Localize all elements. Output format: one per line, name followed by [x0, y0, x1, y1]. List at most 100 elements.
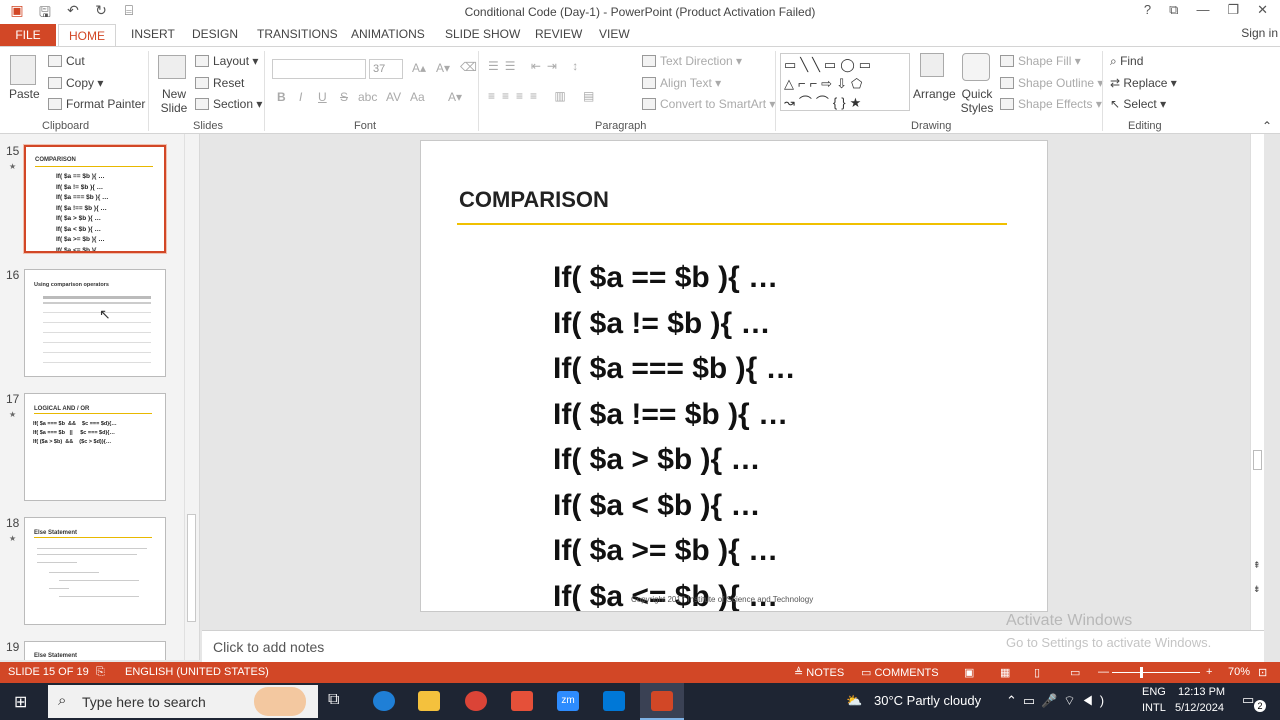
ribbon-display-icon[interactable]: ⧉ — [1169, 2, 1178, 18]
tab-transitions[interactable]: TRANSITIONS — [257, 27, 338, 41]
powerpoint-taskbar-button[interactable] — [640, 683, 684, 720]
comments-button[interactable]: ▭ COMMENTS — [861, 666, 939, 679]
next-slide-icon[interactable]: ⇟ — [1253, 584, 1261, 595]
select-button[interactable]: ↖ Select ▾ — [1110, 97, 1166, 111]
close-icon[interactable]: ✕ — [1257, 2, 1268, 18]
clock-date[interactable]: 5/12/2024 — [1175, 702, 1224, 714]
paste-button[interactable]: Paste — [9, 87, 40, 101]
edge-icon[interactable] — [373, 691, 395, 711]
zoom-slider-thumb[interactable] — [1140, 667, 1143, 678]
reset-button[interactable]: Reset — [195, 76, 244, 90]
slide-thumbnail-15[interactable]: COMPARISON If( $a == $b ){ … If( $a != $… — [24, 145, 166, 253]
slide-sorter-icon[interactable]: ▦ — [1000, 666, 1010, 679]
find-button[interactable]: ⌕ Find — [1110, 54, 1143, 69]
notes-button[interactable]: ≜ NOTES — [794, 666, 844, 679]
slide-scrollbar[interactable]: ⇞ ⇟ — [1250, 134, 1264, 630]
thumbnail-scrollbar[interactable] — [184, 134, 198, 660]
font-name-input[interactable] — [272, 59, 366, 79]
alignment-icons[interactable]: ≡≡≡≡ ▥ ▤ — [488, 89, 601, 103]
slide-thumbnail-16[interactable]: Using comparison operators ↖ — [24, 269, 166, 377]
font-color-icon[interactable]: A▾ — [448, 90, 462, 104]
format-painter-button[interactable]: Format Painter — [48, 97, 145, 111]
notes-placeholder[interactable]: Click to add notes — [213, 639, 324, 655]
shadow-icon[interactable]: abc — [358, 90, 377, 104]
shape-effects-button[interactable]: Shape Effects ▾ — [1000, 97, 1102, 111]
tab-animations[interactable]: ANIMATIONS — [351, 27, 425, 41]
change-case-icon[interactable]: Aa — [410, 90, 425, 104]
slideshow-icon[interactable]: ▭ — [1070, 666, 1080, 679]
scrollbar-thumb[interactable] — [1253, 450, 1262, 470]
help-icon[interactable]: ? — [1144, 2, 1151, 18]
layout-button[interactable]: Layout ▾ — [195, 54, 258, 68]
list-icons[interactable]: ☰☰ ⇤⇥ ↕ — [488, 59, 584, 73]
arrange-button[interactable]: Arrange — [913, 87, 956, 101]
clock-time[interactable]: 12:13 PM — [1178, 686, 1225, 698]
increase-font-icon[interactable]: A▴ — [412, 61, 426, 75]
spell-check-icon[interactable]: ⎘ — [96, 666, 105, 679]
zoom-slider[interactable] — [1112, 672, 1200, 673]
app-icon[interactable] — [511, 691, 533, 711]
fit-slide-icon[interactable]: ⊡ — [1258, 666, 1267, 679]
slide[interactable]: COMPARISON If( $a == $b ){ … If( $a != $… — [420, 140, 1048, 612]
weather-icon[interactable]: ⛅ — [846, 693, 862, 709]
underline-button[interactable]: U — [318, 90, 327, 104]
taskbar-search[interactable]: ⌕ Type here to search — [48, 685, 318, 718]
minimize-icon[interactable]: — — [1196, 2, 1209, 18]
restore-icon[interactable]: ❐ — [1227, 2, 1239, 18]
tab-slide-show[interactable]: SLIDE SHOW — [445, 27, 520, 41]
tab-design[interactable]: DESIGN — [192, 27, 238, 41]
collapse-ribbon-icon[interactable]: ⌃ — [1262, 119, 1272, 133]
convert-smartart-button[interactable]: Convert to SmartArt ▾ — [642, 97, 775, 111]
slide-thumbnail-19[interactable]: Else Statement — [24, 641, 166, 660]
char-spacing-icon[interactable]: AV — [386, 90, 401, 104]
prev-slide-icon[interactable]: ⇞ — [1253, 560, 1261, 571]
new-slide-icon[interactable] — [158, 55, 186, 79]
tab-file[interactable]: FILE — [0, 24, 56, 46]
quick-styles-button[interactable]: Quick Styles — [957, 87, 997, 115]
weather-text[interactable]: 30°C Partly cloudy — [874, 693, 981, 708]
clear-format-icon[interactable]: ⌫ — [460, 60, 477, 74]
italic-button[interactable]: I — [299, 90, 302, 104]
arrange-icon[interactable] — [920, 53, 944, 77]
cut-button[interactable]: Cut — [48, 54, 85, 68]
zoom-level[interactable]: 70% — [1228, 666, 1250, 678]
shape-outline-button[interactable]: Shape Outline ▾ — [1000, 76, 1103, 90]
system-tray-icons[interactable]: ⌃▭🎤⌔◀) — [1006, 693, 1110, 709]
shape-fill-button[interactable]: Shape Fill ▾ — [1000, 54, 1081, 68]
font-size-input[interactable]: 37 — [369, 59, 403, 79]
tab-review[interactable]: REVIEW — [535, 27, 582, 41]
text-direction-button[interactable]: Text Direction ▾ — [642, 54, 742, 68]
chrome-icon[interactable] — [465, 691, 487, 711]
reading-view-icon[interactable]: ▯ — [1034, 666, 1040, 679]
zoom-icon[interactable]: zm — [557, 691, 579, 711]
slide-title[interactable]: COMPARISON — [459, 187, 609, 213]
vscode-icon[interactable] — [603, 691, 625, 711]
replace-button[interactable]: ⇄ Replace ▾ — [1110, 76, 1177, 90]
copy-button[interactable]: Copy ▾ — [48, 76, 103, 90]
input-layout[interactable]: INTL — [1142, 702, 1166, 714]
input-language[interactable]: ENG — [1142, 686, 1166, 698]
quick-styles-icon[interactable] — [962, 53, 990, 81]
zoom-out-icon[interactable]: — — [1098, 666, 1109, 678]
task-view-icon[interactable]: ⧉ — [328, 691, 339, 709]
paste-icon[interactable] — [10, 55, 36, 85]
tab-home[interactable]: HOME — [58, 24, 116, 47]
section-button[interactable]: Section ▾ — [195, 97, 262, 111]
shapes-gallery[interactable]: ▭╲╲▭◯▭ △⌐⌐⇨⇩⬠ ↝⌒⌒{}★ — [780, 53, 910, 111]
scrollbar-thumb[interactable] — [187, 514, 196, 622]
file-explorer-icon[interactable] — [418, 691, 440, 711]
align-text-button[interactable]: Align Text ▾ — [642, 76, 721, 90]
slide-code-text[interactable]: If( $a == $b ){ … If( $a != $b ){ … If( … — [553, 255, 796, 611]
tab-insert[interactable]: INSERT — [131, 27, 175, 41]
decrease-font-icon[interactable]: A▾ — [436, 61, 450, 75]
zoom-in-icon[interactable]: + — [1206, 666, 1212, 678]
strikethrough-button[interactable]: S — [340, 90, 348, 104]
slide-thumbnail-18[interactable]: Else Statement — [24, 517, 166, 625]
sign-in-link[interactable]: Sign in — [1241, 26, 1278, 40]
normal-view-icon[interactable]: ▣ — [964, 666, 974, 679]
bold-button[interactable]: B — [277, 90, 286, 104]
slide-thumbnail-17[interactable]: LOGICAL AND / OR If( $a === $b && $c ===… — [24, 393, 166, 501]
notification-icon[interactable]: ▭ — [1242, 692, 1254, 708]
new-slide-button[interactable]: New Slide — [160, 87, 188, 115]
language-indicator[interactable]: ENGLISH (UNITED STATES) — [125, 666, 269, 678]
